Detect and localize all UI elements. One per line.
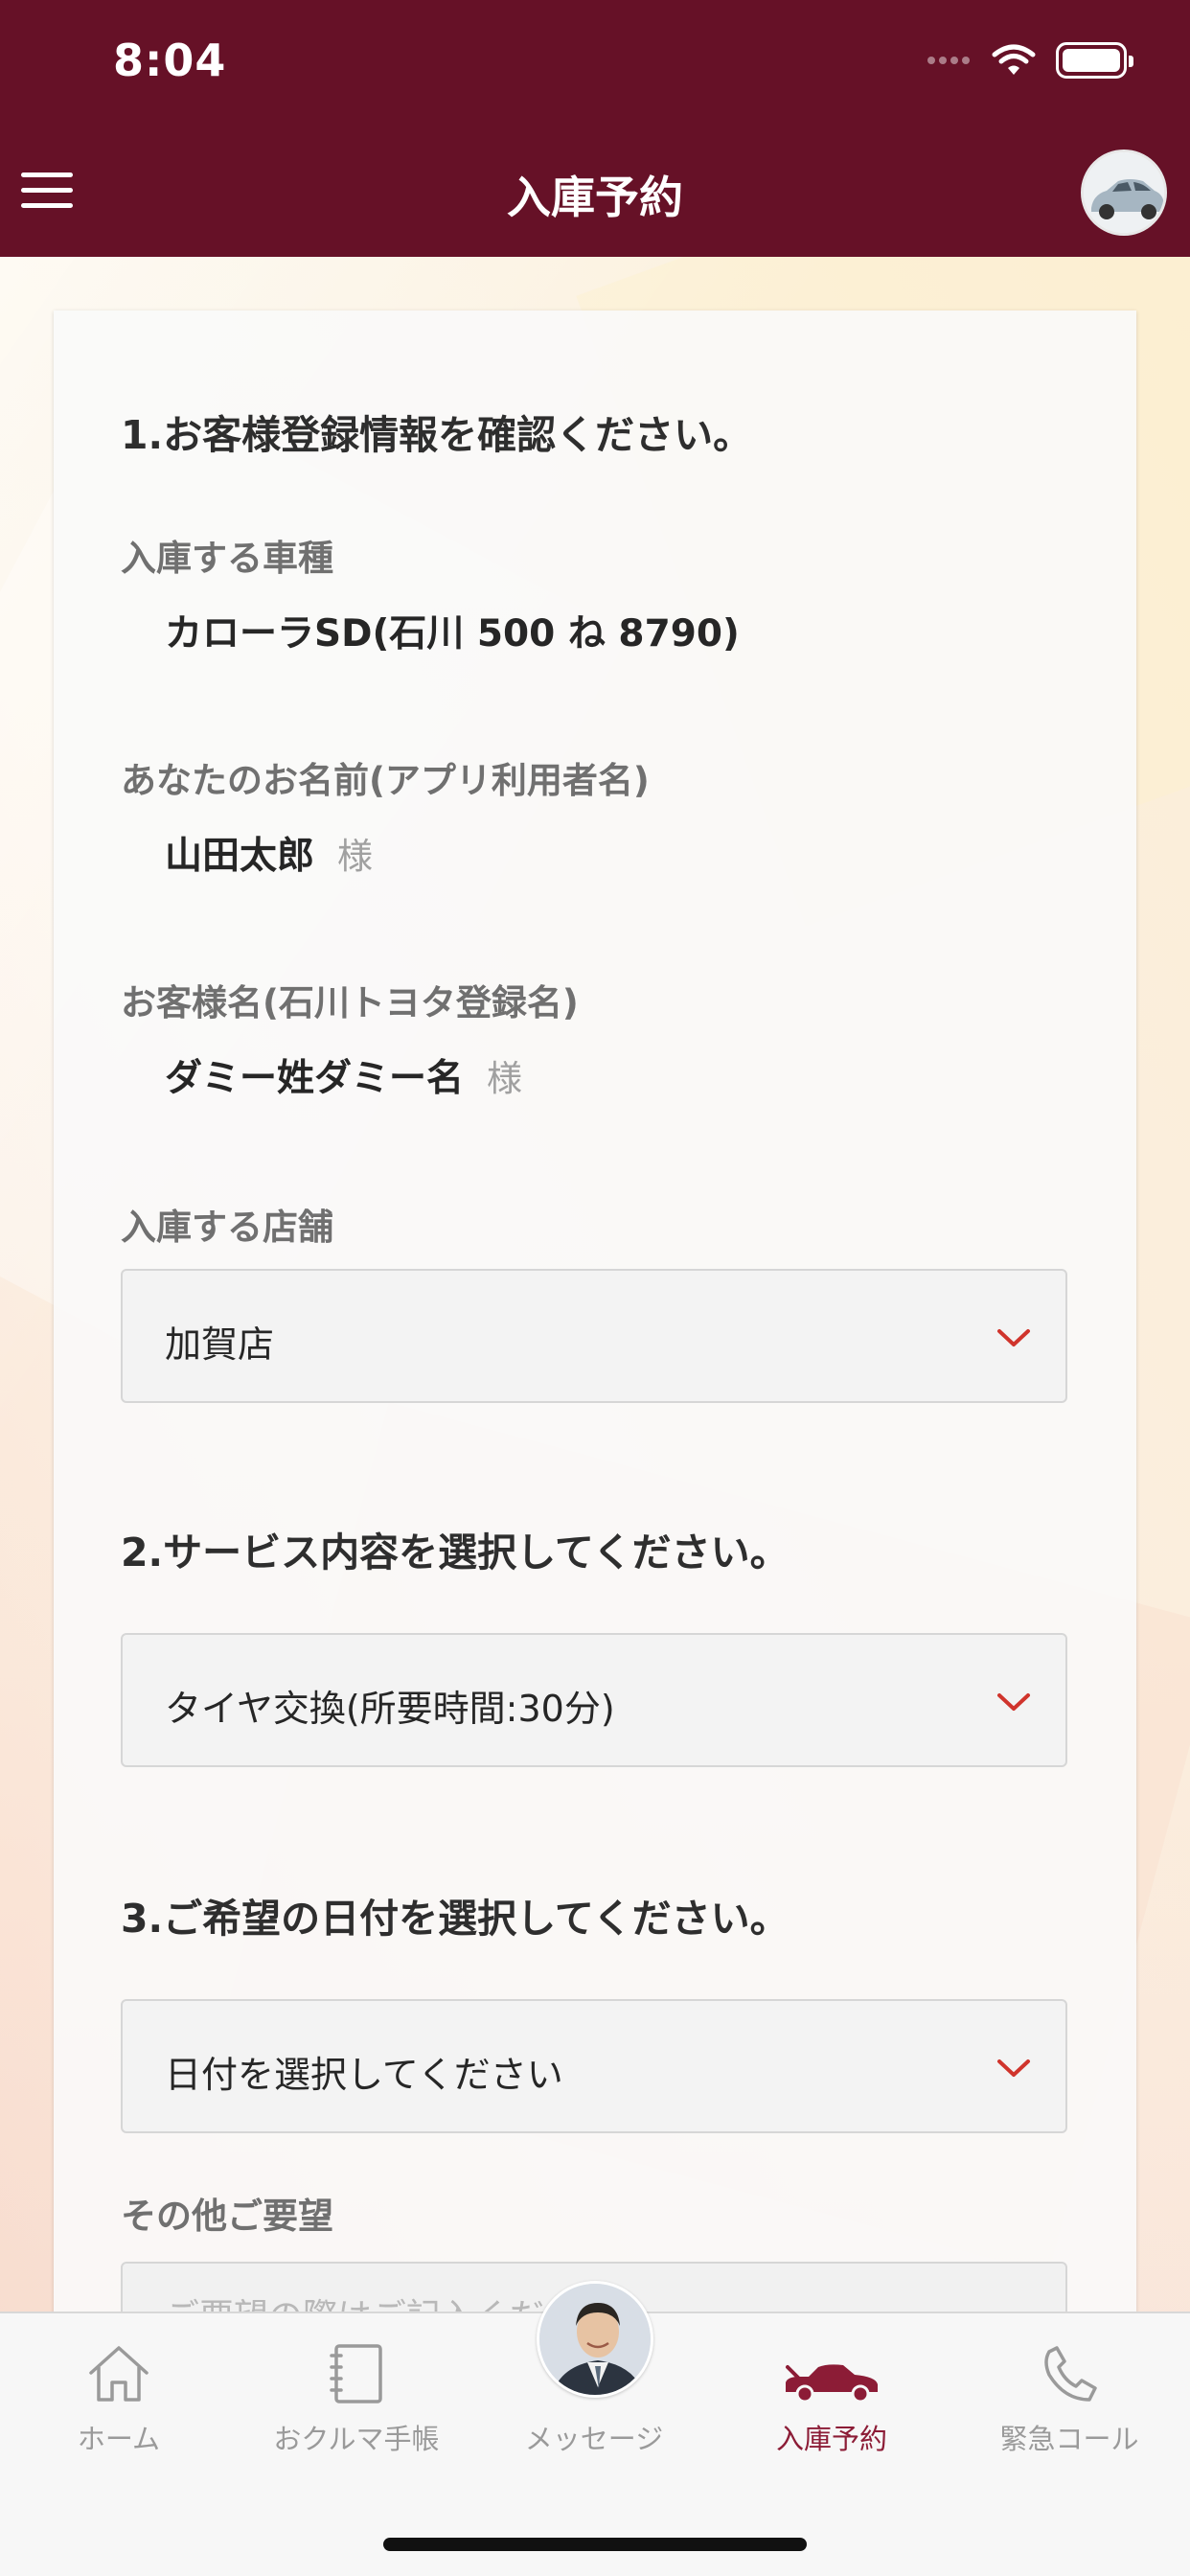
notebook-icon: [330, 2344, 382, 2404]
tab-label: 緊急コール: [999, 2423, 1139, 2455]
tab-label: おクルマ手帳: [273, 2423, 440, 2455]
vehicle-value: カローラSD(石川 500 ね 8790): [165, 612, 740, 656]
staff-avatar[interactable]: [537, 2281, 653, 2398]
tab-label: ホーム: [77, 2423, 161, 2455]
honorific-label: 様: [337, 836, 374, 877]
customer-name-label: お客様名(石川トヨタ登録名): [121, 982, 579, 1024]
tab-car-notebook[interactable]: おクルマ手帳: [238, 2313, 475, 2476]
service-selected-value: タイヤ交換(所要時間:30分): [165, 1688, 615, 1730]
section3-heading: 3.ご希望の日付を選択してください。: [121, 1896, 790, 1942]
home-icon: [89, 2346, 149, 2402]
chevron-down-icon: [997, 1693, 1030, 1711]
signal-icon: [927, 57, 970, 64]
other-requests-label: その他ご要望: [121, 2196, 333, 2237]
chevron-down-icon: [997, 1329, 1030, 1346]
store-label: 入庫する店舗: [121, 1207, 333, 1248]
service-select[interactable]: タイヤ交換(所要時間:30分): [121, 1633, 1067, 1767]
customer-name-row: ダミー姓ダミー名様: [165, 1048, 522, 1102]
status-time: 8:04: [113, 34, 227, 86]
tab-home[interactable]: ホーム: [0, 2313, 238, 2476]
phone-icon: [1044, 2346, 1097, 2402]
section1-heading: 1.お客様登録情報を確認ください。: [121, 412, 753, 458]
home-indicator: [383, 2538, 807, 2551]
car-icon: [786, 2364, 878, 2404]
vehicle-label: 入庫する車種: [121, 538, 333, 579]
date-placeholder: 日付を選択してください: [165, 2054, 563, 2096]
tab-label: 入庫予約: [775, 2423, 887, 2455]
status-indicators: [927, 42, 1133, 79]
user-name-row: 山田太郎様: [165, 826, 373, 880]
section2-heading: 2.サービス内容を選択してください。: [121, 1530, 790, 1576]
reservation-form-card: 1.お客様登録情報を確認ください。 入庫する車種 カローラSD(石川 500 ね…: [54, 310, 1136, 2396]
car-avatar[interactable]: [1081, 150, 1167, 236]
status-bar: 8:04: [0, 0, 1190, 125]
store-select[interactable]: 加賀店: [121, 1269, 1067, 1403]
user-name-label: あなたのお名前(アプリ利用者名): [121, 760, 650, 801]
navigation-bar: 入庫予約: [0, 125, 1190, 257]
customer-name-value: ダミー姓ダミー名: [165, 1057, 465, 1100]
date-select[interactable]: 日付を選択してください: [121, 1999, 1067, 2133]
tab-label: メッセージ: [524, 2423, 664, 2455]
battery-icon: [1056, 42, 1133, 79]
tab-reservation[interactable]: 入庫予約: [713, 2313, 950, 2476]
page-title: 入庫予約: [507, 172, 683, 223]
user-name-value: 山田太郎: [165, 835, 315, 878]
store-selected-value: 加賀店: [165, 1323, 275, 1366]
honorific-label: 様: [487, 1058, 523, 1099]
wifi-icon: [992, 44, 1036, 75]
tab-emergency-call[interactable]: 緊急コール: [950, 2313, 1188, 2476]
chevron-down-icon: [997, 2059, 1030, 2077]
